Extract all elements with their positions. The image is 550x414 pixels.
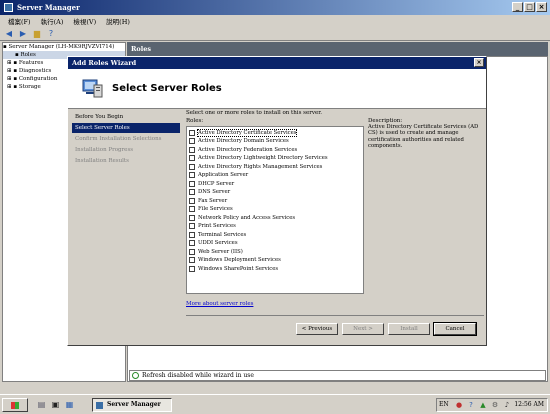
role-checkbox[interactable]: [189, 147, 195, 153]
role-checkbox[interactable]: [189, 215, 195, 221]
role-dns-server[interactable]: DNS Server: [189, 188, 230, 196]
add-roles-wizard: Add Roles Wizard × Select Server Roles B…: [67, 56, 487, 346]
more-about-roles-link[interactable]: More about server roles: [186, 301, 253, 307]
role-fax-server[interactable]: Fax Server: [189, 197, 227, 205]
tray-help-icon[interactable]: ?: [467, 401, 475, 409]
back-arrow-icon[interactable]: ◀: [4, 29, 14, 39]
wizard-steps: Before You Begin Select Server Roles Con…: [68, 110, 184, 310]
language-indicator[interactable]: EN: [439, 399, 449, 411]
system-tray: EN ● ? ▲ ⚙ ♪ 12:56 AM: [436, 398, 548, 412]
roles-label: Roles:: [186, 118, 204, 124]
menu-help[interactable]: 說明(H): [106, 16, 130, 26]
role-print-services[interactable]: Print Services: [189, 222, 236, 230]
step-confirm-installation: Confirm Installation Selections: [75, 136, 162, 142]
role-checkbox[interactable]: [189, 155, 195, 161]
role-file-services[interactable]: File Services: [189, 205, 233, 213]
minimize-button[interactable]: _: [512, 2, 523, 12]
explorer-icon[interactable]: ▦: [64, 399, 75, 410]
role-web-server-iis[interactable]: Web Server (IIS): [189, 248, 243, 256]
start-button[interactable]: [2, 398, 28, 412]
server-manager-app-icon: [4, 3, 13, 12]
install-button[interactable]: Install: [388, 323, 430, 335]
role-checkbox[interactable]: [189, 232, 195, 238]
role-network-policy-access[interactable]: Network Policy and Access Services: [189, 214, 295, 222]
wizard-title: Add Roles Wizard: [72, 59, 137, 67]
role-checkbox[interactable]: [189, 240, 195, 246]
role-uddi-services[interactable]: UDDI Services: [189, 239, 238, 247]
role-dhcp-server[interactable]: DHCP Server: [189, 180, 234, 188]
role-checkbox[interactable]: [189, 138, 195, 144]
tray-settings-icon[interactable]: ⚙: [491, 401, 499, 409]
role-ad-rights-management-services[interactable]: Active Directory Rights Management Servi…: [189, 163, 322, 171]
help-icon[interactable]: ?: [46, 29, 56, 39]
menu-view[interactable]: 檢視(V): [73, 16, 96, 26]
role-ad-certificate-services[interactable]: Active Directory Certificate Services: [189, 129, 298, 137]
role-checkbox[interactable]: [189, 257, 195, 263]
role-ad-domain-services[interactable]: Active Directory Domain Services: [189, 137, 289, 145]
step-select-server-roles[interactable]: Select Server Roles: [72, 123, 180, 133]
command-prompt-icon[interactable]: ▣: [50, 399, 61, 410]
role-checkbox[interactable]: [189, 189, 195, 195]
role-checkbox[interactable]: [189, 164, 195, 170]
role-windows-sharepoint-services[interactable]: Windows SharePoint Services: [189, 265, 278, 273]
clock: 12:56 AM: [514, 401, 544, 408]
role-windows-deployment-services[interactable]: Windows Deployment Services: [189, 256, 281, 264]
cancel-button[interactable]: Cancel: [433, 322, 477, 336]
role-checkbox[interactable]: [189, 181, 195, 187]
close-button[interactable]: ×: [536, 2, 547, 12]
server-roles-icon: [82, 79, 103, 98]
menu-bar: 檔案(F) 執行(A) 檢視(V) 說明(H): [0, 15, 550, 27]
role-checkbox[interactable]: [189, 198, 195, 204]
role-checkbox[interactable]: [189, 223, 195, 229]
toolbar: ◀ ▶ ▆ ?: [0, 27, 550, 41]
tray-network-icon[interactable]: ▲: [479, 401, 487, 409]
roles-band-title: Roles: [127, 42, 548, 56]
wizard-header: Select Server Roles: [68, 69, 486, 109]
taskbar-server-manager[interactable]: Server Manager: [92, 398, 172, 412]
windows-logo-icon: [11, 402, 19, 409]
description-text: Active Directory Certificate Services (A…: [368, 124, 479, 149]
tree-root[interactable]: ▪ Server Manager (LH-MK9RJVZVI714): [3, 43, 125, 51]
menu-file[interactable]: 檔案(F): [8, 16, 31, 26]
forward-arrow-icon[interactable]: ▶: [18, 29, 28, 39]
previous-button[interactable]: < Previous: [296, 323, 338, 335]
step-installation-progress: Installation Progress: [75, 147, 134, 153]
wizard-titlebar: Add Roles Wizard ×: [68, 57, 486, 69]
wizard-separator: [186, 315, 484, 316]
refresh-status-bar: Refresh disabled while wizard in use: [129, 370, 546, 381]
refresh-icon: [132, 372, 139, 379]
window-title: Server Manager: [17, 3, 80, 12]
role-checkbox[interactable]: [189, 266, 195, 272]
wizard-close-button[interactable]: ×: [474, 58, 484, 67]
server-manager-task-icon: [96, 402, 103, 409]
tray-alert-icon[interactable]: ●: [455, 401, 463, 409]
wizard-heading: Select Server Roles: [112, 83, 222, 94]
menu-action[interactable]: 執行(A): [41, 16, 64, 26]
role-ad-federation-services[interactable]: Active Directory Federation Services: [189, 146, 297, 154]
role-checkbox[interactable]: [189, 172, 195, 178]
roles-list: Active Directory Certificate Services Ac…: [186, 126, 364, 294]
role-checkbox[interactable]: [189, 130, 195, 136]
next-button[interactable]: Next >: [342, 323, 384, 335]
maximize-button[interactable]: □: [524, 2, 535, 12]
role-checkbox[interactable]: [189, 206, 195, 212]
role-terminal-services[interactable]: Terminal Services: [189, 231, 246, 239]
role-checkbox[interactable]: [189, 249, 195, 255]
step-before-you-begin[interactable]: Before You Begin: [72, 112, 180, 122]
step-installation-results: Installation Results: [75, 158, 129, 164]
server-manager-titlebar: Server Manager _ □ ×: [0, 0, 550, 15]
server-manager-quicklaunch-icon[interactable]: ▤: [36, 399, 47, 410]
role-ad-lightweight-directory-services[interactable]: Active Directory Lightweight Directory S…: [189, 154, 328, 162]
instruction-text: Select one or more roles to install on t…: [186, 110, 322, 116]
role-application-server[interactable]: Application Server: [189, 171, 248, 179]
folder-icon[interactable]: ▆: [32, 29, 42, 39]
wizard-main-pane: Select one or more roles to install on t…: [186, 110, 484, 315]
tray-volume-icon[interactable]: ♪: [503, 401, 511, 409]
taskbar: ▤ ▣ ▦ Server Manager EN ● ? ▲ ⚙ ♪ 12:56 …: [0, 394, 550, 414]
refresh-status-text: Refresh disabled while wizard in use: [142, 372, 254, 379]
